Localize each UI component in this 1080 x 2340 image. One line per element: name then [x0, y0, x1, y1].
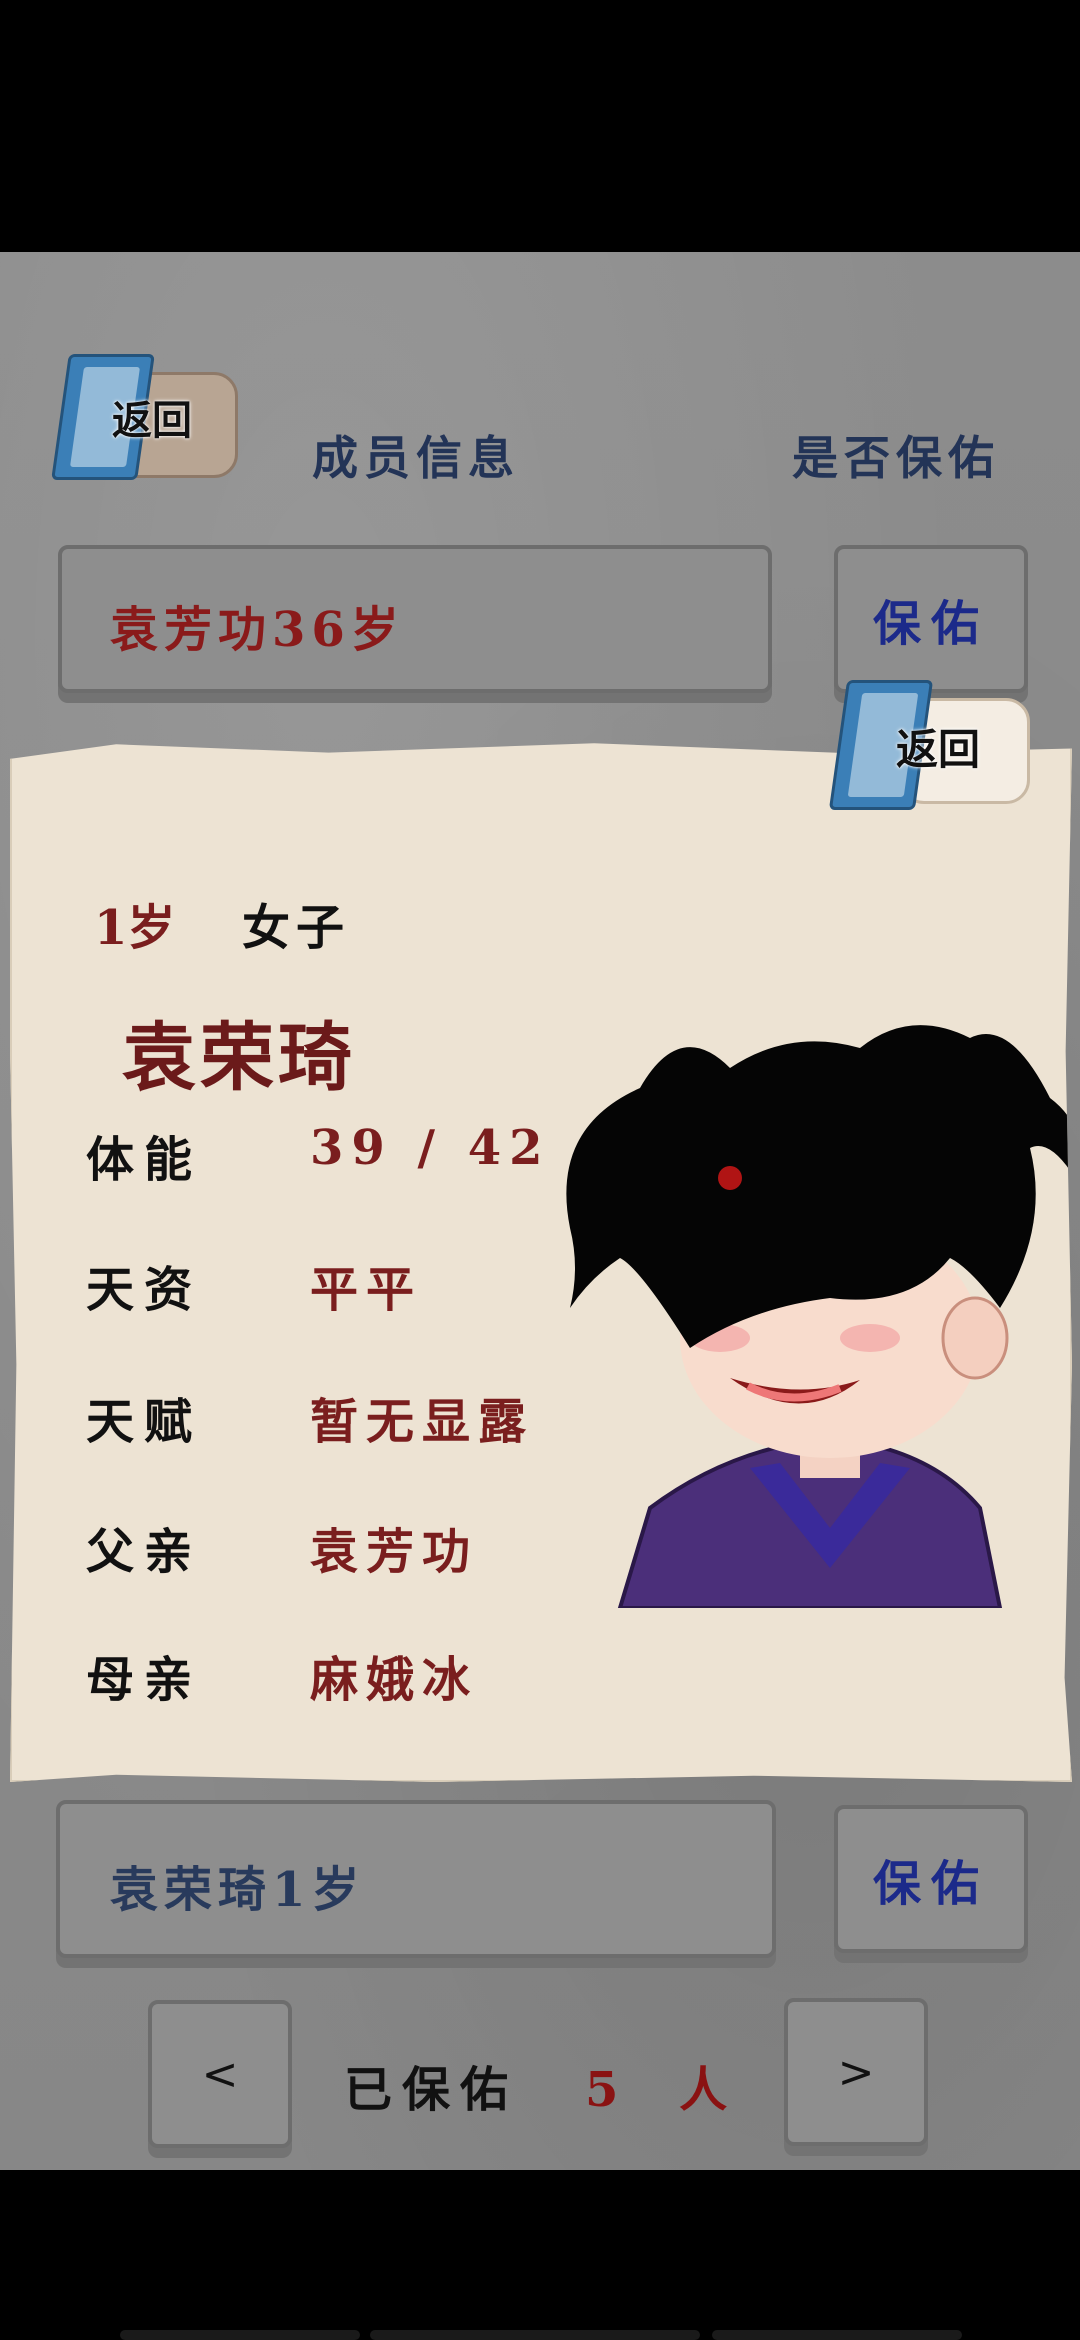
nav-segment: [120, 2330, 360, 2340]
navigation-bar: [0, 2170, 1080, 2340]
protected-count: 5 人: [585, 2062, 750, 2118]
field-value-stamina: 39 / 42: [310, 1120, 551, 1176]
field-label-stamina: 体能: [86, 1132, 203, 1188]
prev-page-button[interactable]: <: [148, 2000, 292, 2148]
card-back-button[interactable]: 返回: [828, 670, 1030, 820]
detail-age: 1岁: [94, 900, 176, 956]
back-label: 返回: [112, 398, 192, 444]
field-value-father: 袁芳功: [310, 1524, 479, 1580]
field-value-talent: 暂无显露: [310, 1394, 535, 1450]
character-portrait: [566, 1025, 1072, 1608]
back-button[interactable]: 返回: [51, 348, 242, 488]
field-value-mother: 麻娥冰: [310, 1652, 479, 1708]
field-label-talent: 天赋: [86, 1394, 203, 1450]
protect-button[interactable]: 保佑: [834, 1805, 1028, 1953]
detail-name: 袁荣琦: [122, 1015, 356, 1101]
detail-gender: 女子: [242, 900, 351, 956]
protect-question: 是否保佑: [792, 431, 1000, 485]
field-value-aptitude: 平平: [310, 1262, 423, 1318]
next-page-button[interactable]: >: [784, 1998, 928, 2146]
nav-segment: [370, 2330, 700, 2340]
field-label-aptitude: 天资: [86, 1262, 203, 1318]
field-label-father: 父亲: [86, 1524, 203, 1580]
field-label-mother: 母亲: [86, 1652, 203, 1708]
card-back-label: 返回: [896, 725, 981, 774]
protected-label: 已保佑: [344, 2062, 519, 2118]
member-name-age: 袁芳功36岁: [110, 602, 405, 658]
member-name-age: 袁荣琦1岁: [110, 1862, 366, 1918]
nav-segment: [712, 2330, 962, 2340]
member-detail-card: 1岁 女子 袁荣琦 体能 39 / 42 天资 平平 天赋 暂无显露 父亲 袁芳…: [10, 743, 1072, 1782]
forehead-dot: [718, 1166, 742, 1190]
screen: 返回 成员信息 是否保佑 袁芳功36岁 保佑 1岁 女子 袁荣琦 体能 39 /…: [0, 0, 1080, 2340]
member-info-title: 成员信息: [312, 431, 520, 485]
